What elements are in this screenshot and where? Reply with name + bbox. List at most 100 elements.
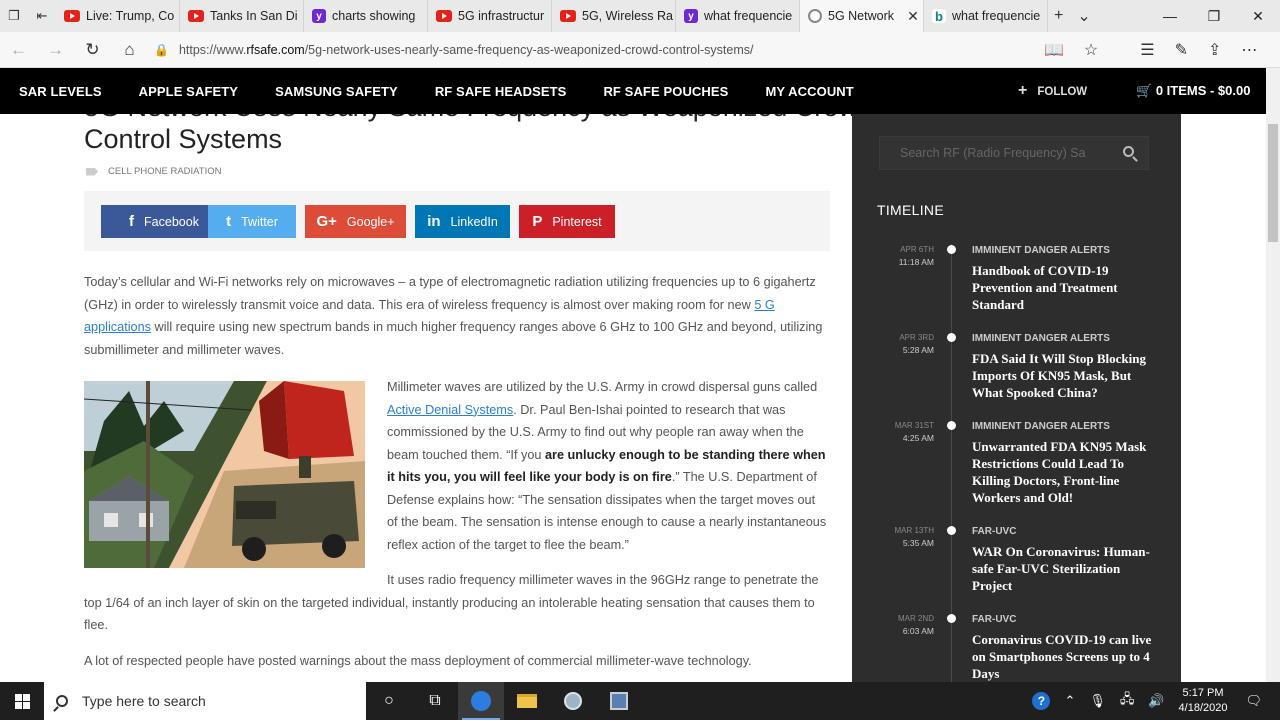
browser-tab[interactable]: Live: Trump, Co — [56, 0, 180, 32]
entry-category[interactable]: IMMINENT DANGER ALERTS — [972, 333, 1110, 344]
reading-view-icon[interactable]: 📖 — [1044, 40, 1064, 60]
toolbar-actions: ☰ ✎ ⇪ ⋯ — [1140, 40, 1257, 60]
taskbar-search-placeholder: Type here to search — [82, 693, 206, 709]
close-tab-icon[interactable]: ✕ — [903, 8, 923, 25]
search-icon — [56, 695, 68, 707]
nav-my-account[interactable]: MY ACCOUNT — [765, 84, 853, 99]
browser-tab[interactable]: y what frequencie — [676, 0, 800, 32]
entry-category[interactable]: FAR-UVC — [972, 526, 1016, 537]
search-icon[interactable] — [1123, 146, 1134, 157]
entry-category[interactable]: FAR-UVC — [972, 614, 1016, 625]
cart-label: 0 ITEMS - $0.00 — [1155, 83, 1251, 98]
new-tab-icon[interactable]: + — [1054, 7, 1063, 25]
microphone-icon[interactable]: 🎙 — [1089, 693, 1106, 709]
nav-rf-safe-pouches[interactable]: RF SAFE POUCHES — [603, 84, 728, 99]
youtube-favicon-icon — [560, 10, 576, 22]
paragraph-1: Today’s cellular and Wi-Fi networks rely… — [84, 271, 824, 361]
browser-tab[interactable]: 5G, Wireless Ra — [552, 0, 676, 32]
page-scrollbar[interactable] — [1266, 68, 1280, 682]
tab-actions-icon[interactable]: ❐ — [0, 0, 28, 32]
start-button[interactable] — [0, 682, 44, 720]
share-label: Facebook — [144, 214, 199, 229]
tab-list-chevron-icon[interactable]: ⌄ — [1077, 6, 1090, 26]
volume-icon[interactable]: 🔊 — [1148, 693, 1164, 709]
article-title-cut: 5G Network Uses Nearly Same Frequency as… — [84, 114, 852, 123]
favorite-star-icon[interactable]: ☆ — [1084, 40, 1098, 60]
share-pinterest-button[interactable]: P Pinterest — [519, 205, 615, 238]
entry-headline[interactable]: Coronavirus COVID-19 can live on Smartph… — [972, 631, 1157, 682]
url-field[interactable]: 🔒 https://www. rfsafe.com/5g-network-uses… — [154, 37, 1034, 63]
entry-time: 11:18 AM — [898, 257, 934, 267]
app-icon[interactable] — [550, 682, 596, 720]
close-window-icon[interactable]: ✕ — [1236, 0, 1280, 32]
share-linkedin-button[interactable]: in LinkedIn — [415, 205, 510, 238]
windows-logo-icon — [14, 693, 30, 709]
entry-headline[interactable]: Unwarranted FDA KN95 Mask Restrictions C… — [972, 438, 1157, 506]
cortana-icon[interactable]: ○ — [366, 682, 412, 720]
browser-tab[interactable]: y charts showing — [304, 0, 428, 32]
article-category[interactable]: CELL PHONE RADIATION — [86, 166, 222, 177]
entry-headline[interactable]: FDA Said It Will Stop Blocking Imports O… — [972, 350, 1157, 401]
notifications-icon[interactable]: 🗨 — [1245, 693, 1262, 709]
follow-button[interactable]: + FOLLOW — [1018, 82, 1087, 100]
entry-time: 6:03 AM — [902, 626, 934, 636]
task-view-icon[interactable]: ⧉ — [412, 682, 458, 720]
entry-time: 5:28 AM — [902, 345, 934, 355]
network-icon[interactable]: 🖧 — [1120, 690, 1135, 712]
site-navigation: SAR LEVELS APPLE SAFETY SAMSUNG SAFETY R… — [0, 68, 1266, 114]
clock[interactable]: 5:17 PM 4/18/2020 — [1179, 686, 1228, 716]
scrollbar-thumb[interactable] — [1268, 124, 1278, 242]
browser-tab[interactable]: 5G Network ✕ — [800, 0, 924, 32]
forward-icon[interactable]: → — [37, 40, 74, 60]
entry-time: 5:35 AM — [902, 538, 934, 548]
web-note-icon[interactable]: ✎ — [1175, 40, 1188, 60]
file-explorer-icon[interactable] — [504, 682, 550, 720]
nav-samsung-safety[interactable]: SAMSUNG SAFETY — [275, 84, 398, 99]
entry-category[interactable]: IMMINENT DANGER ALERTS — [972, 421, 1110, 432]
timeline-dot — [947, 614, 956, 623]
minimize-icon[interactable]: — — [1148, 0, 1192, 32]
more-menu-icon[interactable]: ⋯ — [1241, 40, 1257, 60]
hero-image — [84, 381, 365, 568]
taskbar-search[interactable]: Type here to search — [44, 682, 366, 720]
clock-date: 4/18/2020 — [1178, 702, 1228, 714]
clock-time: 5:17 PM — [1182, 687, 1224, 699]
browser-tab[interactable]: Tanks In San Di — [180, 0, 304, 32]
nav-rf-safe-headsets[interactable]: RF SAFE HEADSETS — [435, 84, 567, 99]
help-icon[interactable]: ? — [1032, 692, 1051, 710]
url-prefix: https://www. — [178, 42, 247, 57]
favorites-hub-icon[interactable]: ☰ — [1140, 40, 1154, 60]
share-label: Twitter — [241, 214, 278, 229]
share-twitter-button[interactable]: t Twitter — [208, 205, 296, 238]
media-app-icon[interactable] — [596, 682, 642, 720]
back-icon[interactable]: ← — [0, 40, 37, 60]
share-icon[interactable]: ⇪ — [1208, 40, 1221, 60]
edge-browser-icon[interactable] — [458, 682, 504, 720]
refresh-icon[interactable]: ↻ — [74, 40, 111, 60]
browser-tab[interactable]: b what frequencie — [924, 0, 1048, 32]
lock-icon: 🔒 — [154, 42, 169, 57]
entry-date: MAR 2ND — [897, 614, 934, 623]
cart-link[interactable]: 🛒 0 ITEMS - $0.00 — [1136, 83, 1250, 99]
show-hidden-icons-chevron-icon[interactable]: ⌃ — [1064, 693, 1075, 709]
browser-tab[interactable]: 5G infrastructur — [428, 0, 552, 32]
p2-text: Millimeter waves are utilized by the U.S… — [387, 380, 818, 394]
active-denial-systems-link[interactable]: Active Denial Systems — [387, 403, 513, 417]
googleplus-icon: G+ — [316, 213, 337, 230]
tab-label: what frequencie — [704, 9, 793, 23]
entry-headline[interactable]: WAR On Coronavirus: Human-safe Far-UVC S… — [972, 543, 1157, 594]
sidebar-search-input[interactable] — [900, 146, 1120, 160]
share-googleplus-button[interactable]: G+ Google+ — [305, 205, 406, 238]
entry-headline[interactable]: Handbook of COVID-19 Prevention and Trea… — [972, 262, 1157, 313]
set-tabs-aside-icon[interactable]: ⇤ — [28, 0, 56, 32]
window-controls: — ❐ ✕ — [1148, 0, 1280, 32]
nav-sar-levels[interactable]: SAR LEVELS — [19, 84, 102, 99]
entry-date: APR 6TH — [900, 245, 934, 254]
home-icon[interactable]: ⌂ — [111, 40, 148, 60]
url-domain: rfsafe.com — [246, 42, 305, 57]
tab-label: 5G Network — [828, 9, 894, 23]
entry-category[interactable]: IMMINENT DANGER ALERTS — [972, 245, 1110, 256]
nav-apple-safety[interactable]: APPLE SAFETY — [139, 84, 238, 99]
url-path: /5g-network-uses-nearly-same-frequency-a… — [304, 42, 754, 57]
maximize-icon[interactable]: ❐ — [1192, 0, 1236, 32]
